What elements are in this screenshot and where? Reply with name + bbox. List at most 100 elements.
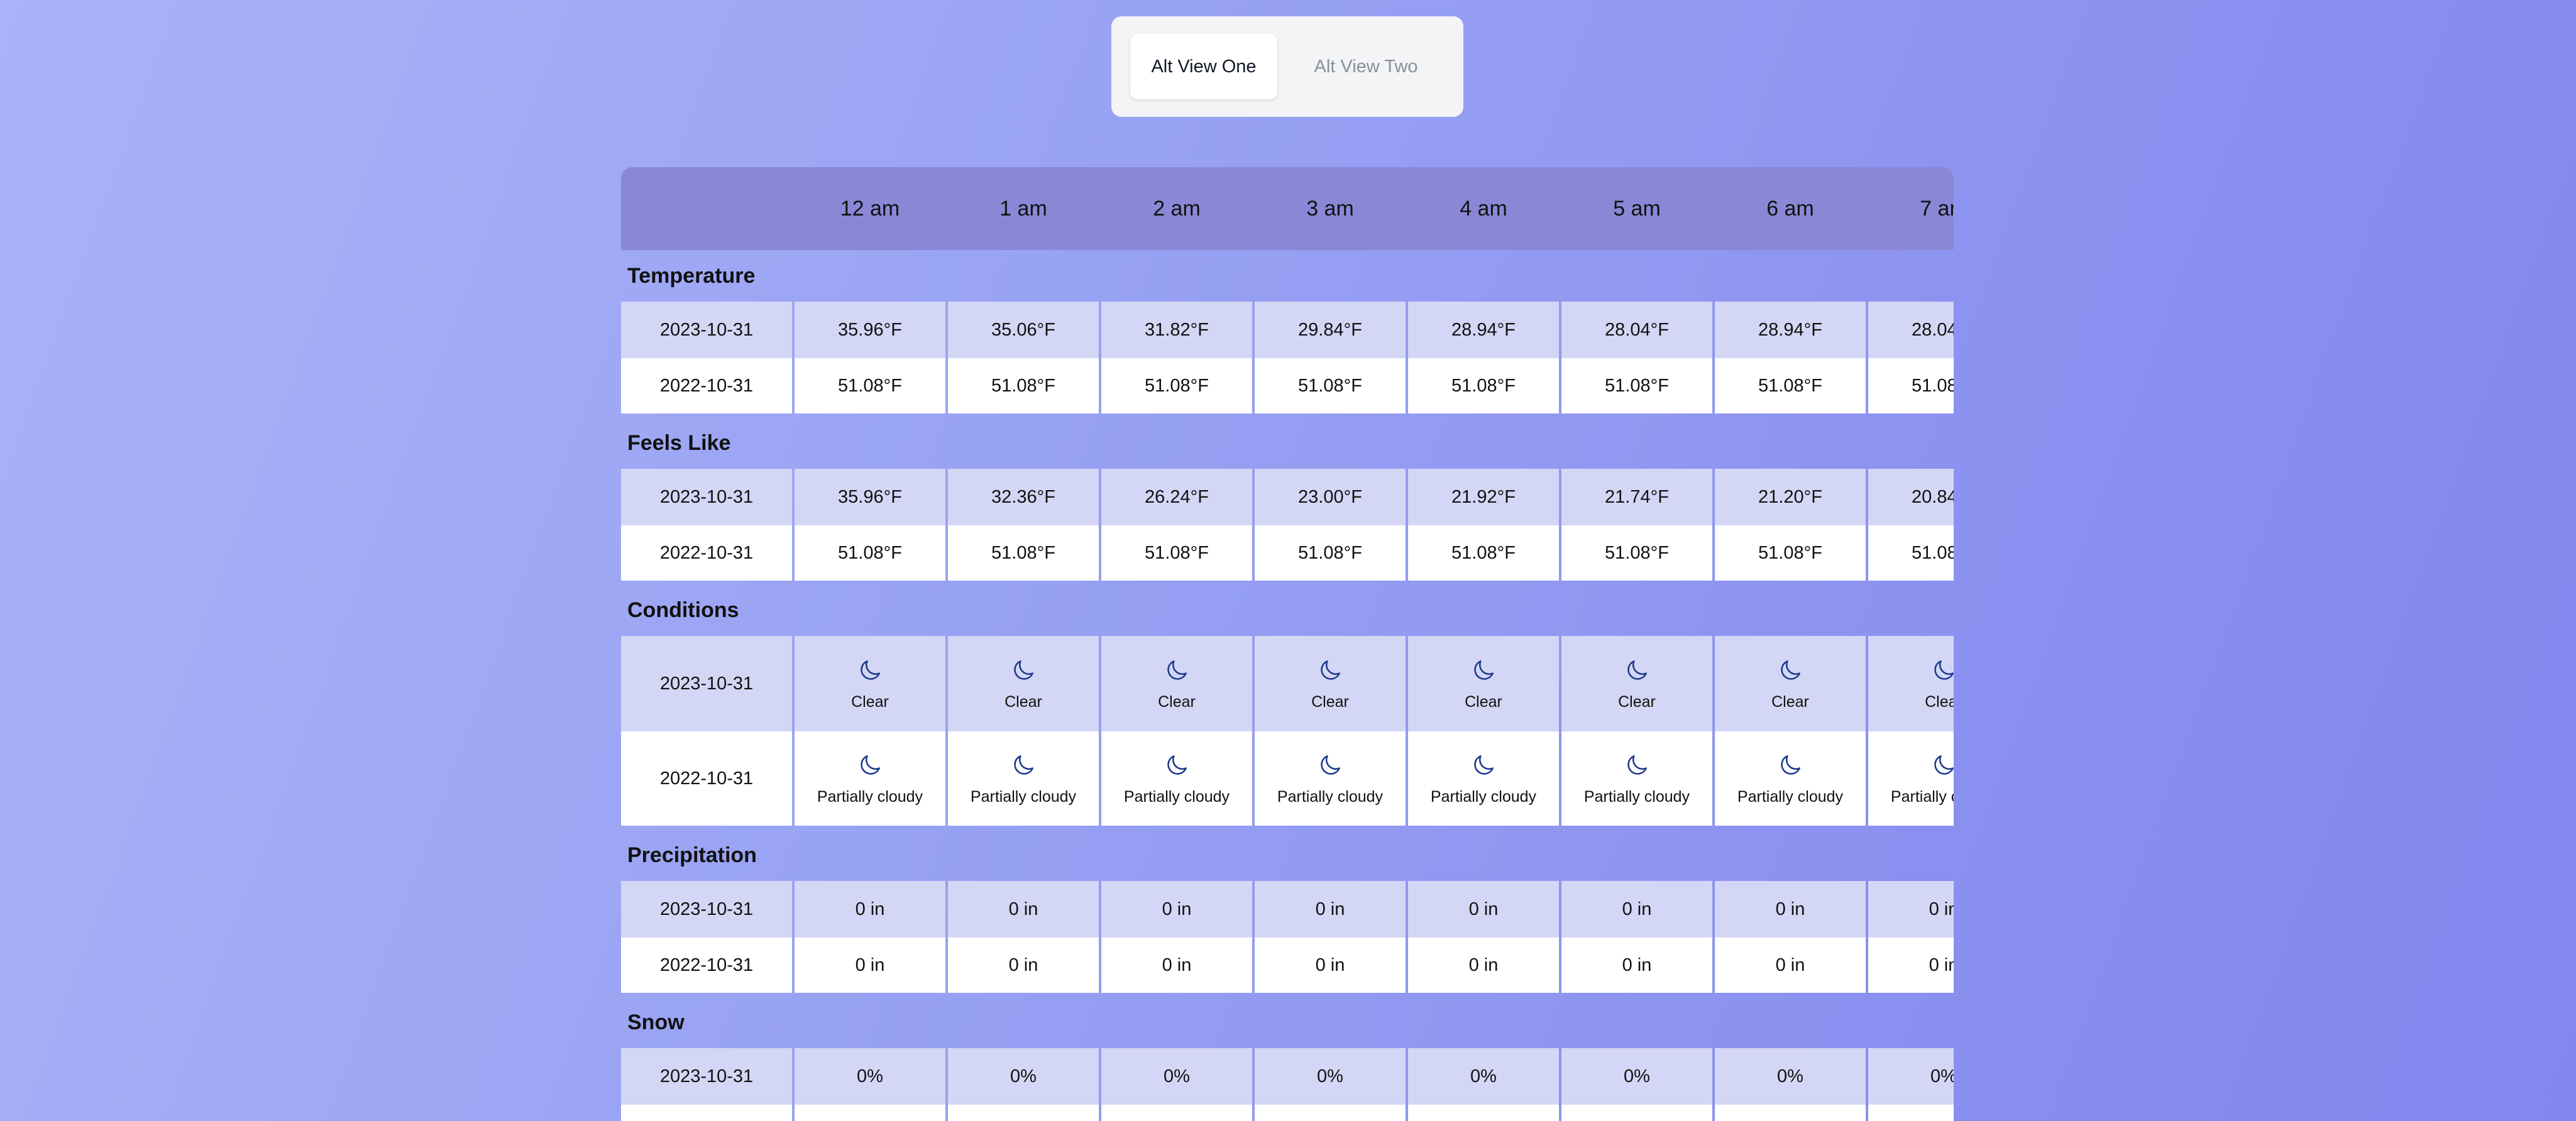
value-cell: 21.74°F <box>1561 469 1712 525</box>
value-cell <box>1868 1105 1954 1121</box>
condition-label: Clear <box>1618 692 1656 711</box>
value-cell: 28.94°F <box>1408 302 1559 358</box>
value-cell: 0 in <box>1255 881 1406 938</box>
row-date: 2023-10-31 <box>621 881 792 938</box>
condition-label: Partially cloudy <box>1123 787 1230 806</box>
moon-icon <box>1167 660 1187 680</box>
row-date: 2022-10-31 <box>621 731 792 826</box>
value-cell: 35.96°F <box>795 469 945 525</box>
value-cell: 51.08°F <box>948 358 1099 413</box>
alt-view-two-button[interactable]: Alt View Two <box>1292 34 1439 99</box>
condition-label: Clear <box>851 692 889 711</box>
condition-cell: Partially cloudy <box>1561 731 1712 826</box>
moon-icon <box>1474 755 1494 775</box>
value-cell: 0 in <box>1715 938 1866 993</box>
view-toggle: Alt View One Alt View Two <box>1111 16 1463 117</box>
condition-label: Clear <box>1925 692 1954 711</box>
value-cell: 51.08°F <box>795 358 945 413</box>
value-cell: 0 in <box>1715 881 1866 938</box>
hour-header: 1 am <box>999 196 1047 221</box>
condition-cell: Partially cloudy <box>1715 731 1866 826</box>
table-row: 2022-10-31 <box>621 1105 1954 1121</box>
condition-cell: Partially cloudy <box>1255 731 1406 826</box>
value-cell: 0 in <box>795 881 945 938</box>
value-cell: 0 in <box>1255 938 1406 993</box>
row-date: 2023-10-31 <box>621 1048 792 1105</box>
value-cell: 51.08°F <box>1715 358 1866 413</box>
moon-icon <box>1934 660 1954 680</box>
condition-label: Clear <box>1771 692 1809 711</box>
alt-view-one-button[interactable]: Alt View One <box>1130 34 1277 99</box>
value-cell: 51.08°F <box>1868 358 1954 413</box>
table-row: 2022-10-31 Partially cloudy Partially clou… <box>621 731 1954 826</box>
hour-header-row: 12 am 1 am 2 am 3 am 4 am 5 am 6 am 7 am <box>621 167 1954 250</box>
value-cell: 0% <box>1561 1048 1712 1105</box>
table-row: 2022-10-31 51.08°F 51.08°F 51.08°F 51.08°F 51… <box>621 525 1954 581</box>
row-date: 2023-10-31 <box>621 636 792 731</box>
weather-comparison-table[interactable]: 12 am 1 am 2 am 3 am 4 am 5 am 6 am 7 am Temper… <box>621 167 1954 1121</box>
table-row: 2022-10-31 0 in 0 in 0 in 0 in 0 in 0 in 0 in 0 … <box>621 938 1954 993</box>
table-row: 2023-10-31 Clear Clear Clear Clear Clear Clear… <box>621 636 1954 731</box>
value-cell: 51.08°F <box>1715 525 1866 581</box>
value-cell: 51.08°F <box>1561 525 1712 581</box>
row-date: 2022-10-31 <box>621 525 792 581</box>
value-cell: 35.06°F <box>948 302 1099 358</box>
moon-icon <box>861 660 880 680</box>
value-cell: 51.08°F <box>948 525 1099 581</box>
value-cell: 20.84°F <box>1868 469 1954 525</box>
condition-label: Partially cloudy <box>817 787 923 806</box>
value-cell: 28.04°F <box>1561 302 1712 358</box>
value-cell: 51.08°F <box>1101 358 1252 413</box>
condition-label: Clear <box>1005 692 1042 711</box>
condition-label: Partially cloudy <box>970 787 1077 806</box>
value-cell: 0 in <box>1408 881 1559 938</box>
hour-header: 4 am <box>1460 196 1507 221</box>
value-cell: 51.08°F <box>1408 358 1559 413</box>
condition-label: Clear <box>1465 692 1502 711</box>
hour-header: 7 am <box>1920 196 1954 221</box>
section-title: Feels Like <box>627 431 731 455</box>
table-row: 2023-10-310%0%0%0%0%0%0%0% <box>621 1048 1954 1105</box>
moon-icon <box>1167 755 1187 775</box>
moon-icon <box>1627 660 1647 680</box>
value-cell: 35.96°F <box>795 302 945 358</box>
condition-cell: Partially cloudy <box>1101 731 1252 826</box>
moon-icon <box>1014 755 1033 775</box>
value-cell: 0 in <box>1868 881 1954 938</box>
hour-header: 3 am <box>1306 196 1354 221</box>
hour-header: 5 am <box>1613 196 1661 221</box>
condition-label: Clear <box>1311 692 1349 711</box>
value-cell: 29.84°F <box>1255 302 1406 358</box>
row-date: 2023-10-31 <box>621 302 792 358</box>
value-cell: 0% <box>1868 1048 1954 1105</box>
row-date: 2022-10-31 <box>621 358 792 413</box>
value-cell <box>1561 1105 1712 1121</box>
value-cell: 0 in <box>948 881 1099 938</box>
row-date: 2022-10-31 <box>621 1105 792 1121</box>
hour-header: 12 am <box>840 196 900 221</box>
condition-label: Partially cloudy <box>1737 787 1844 806</box>
value-cell: 26.24°F <box>1101 469 1252 525</box>
condition-cell: Clear <box>1868 636 1954 731</box>
value-cell: 21.92°F <box>1408 469 1559 525</box>
section-title: Conditions <box>627 598 739 622</box>
moon-icon <box>1934 755 1954 775</box>
value-cell: 0% <box>1408 1048 1559 1105</box>
value-cell: 23.00°F <box>1255 469 1406 525</box>
moon-icon <box>1321 660 1340 680</box>
value-cell: 51.08°F <box>1255 358 1406 413</box>
value-cell: 31.82°F <box>1101 302 1252 358</box>
value-cell: 21.20°F <box>1715 469 1866 525</box>
moon-icon <box>1321 755 1340 775</box>
value-cell <box>795 1105 945 1121</box>
condition-cell: Clear <box>795 636 945 731</box>
section-title: Temperature <box>627 264 756 288</box>
section-title: Precipitation <box>627 843 757 867</box>
value-cell: 51.08°F <box>1255 525 1406 581</box>
condition-cell: Clear <box>1715 636 1866 731</box>
condition-label: Partially cloudy <box>1277 787 1384 806</box>
value-cell: 51.08°F <box>795 525 945 581</box>
value-cell <box>1715 1105 1866 1121</box>
condition-label: Partially cloudy <box>1430 787 1537 806</box>
value-cell: 0 in <box>1408 938 1559 993</box>
